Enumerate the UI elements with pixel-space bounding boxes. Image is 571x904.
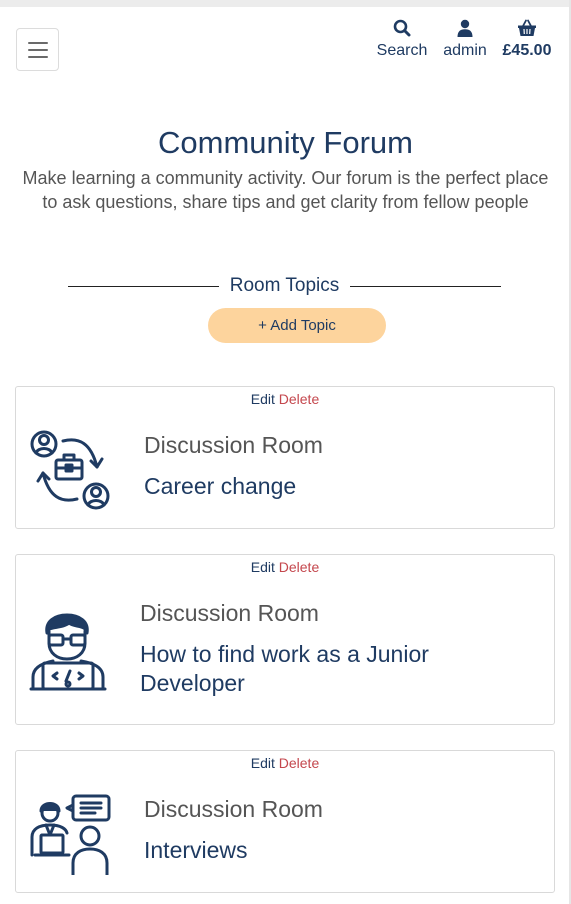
- room-topic-link[interactable]: How to find work as a Junior Developer: [140, 640, 470, 698]
- delete-link[interactable]: Delete: [279, 559, 319, 575]
- page-subtitle: Make learning a community activity. Our …: [22, 168, 549, 212]
- basket-icon: [518, 19, 536, 36]
- room-topics-heading: Room Topics: [229, 275, 340, 296]
- room-title: Discussion Room: [144, 432, 323, 458]
- nav-search[interactable]: Search: [375, 19, 429, 60]
- developer-icon: [29, 613, 107, 691]
- room-title: Discussion Room: [144, 796, 323, 822]
- hero-section: Community Forum Make learning a communit…: [0, 124, 571, 214]
- interview-icon: [30, 794, 111, 875]
- nav-bag[interactable]: £45.00: [500, 19, 554, 60]
- room-card[interactable]: Edit Delete Discussion Room Interviews: [15, 750, 555, 893]
- search-label: Search: [376, 42, 428, 59]
- bag-total: £45.00: [502, 42, 552, 59]
- divider-line-right: [350, 285, 502, 287]
- user-icon: [457, 19, 473, 37]
- divider-line-left: [68, 285, 219, 287]
- hamburger-icon: [27, 41, 48, 44]
- account-label: admin: [443, 42, 487, 59]
- menu-toggle-button[interactable]: [16, 28, 59, 71]
- edit-link[interactable]: Edit: [251, 755, 275, 771]
- page-title: Community Forum: [158, 125, 413, 160]
- room-topics-divider: Room Topics: [68, 274, 502, 298]
- room-card[interactable]: Edit Delete Discussion Room Career chang…: [15, 386, 555, 529]
- add-topic-button[interactable]: + Add Topic: [208, 308, 386, 343]
- room-actions: Edit Delete: [16, 558, 554, 576]
- room-topic-link[interactable]: Interviews: [144, 836, 474, 865]
- nav-account[interactable]: admin: [440, 19, 490, 60]
- top-border: [0, 0, 571, 7]
- edit-link[interactable]: Edit: [251, 391, 275, 407]
- career-change-icon: [30, 430, 110, 510]
- room-card[interactable]: Edit Delete Discussion Room How to find …: [15, 554, 555, 725]
- delete-link[interactable]: Delete: [279, 391, 319, 407]
- delete-link[interactable]: Delete: [279, 755, 319, 771]
- room-actions: Edit Delete: [16, 754, 554, 772]
- edit-link[interactable]: Edit: [251, 559, 275, 575]
- room-topic-link[interactable]: Career change: [144, 472, 474, 501]
- room-actions: Edit Delete: [16, 390, 554, 408]
- search-icon: [393, 19, 411, 37]
- room-title: Discussion Room: [140, 600, 319, 626]
